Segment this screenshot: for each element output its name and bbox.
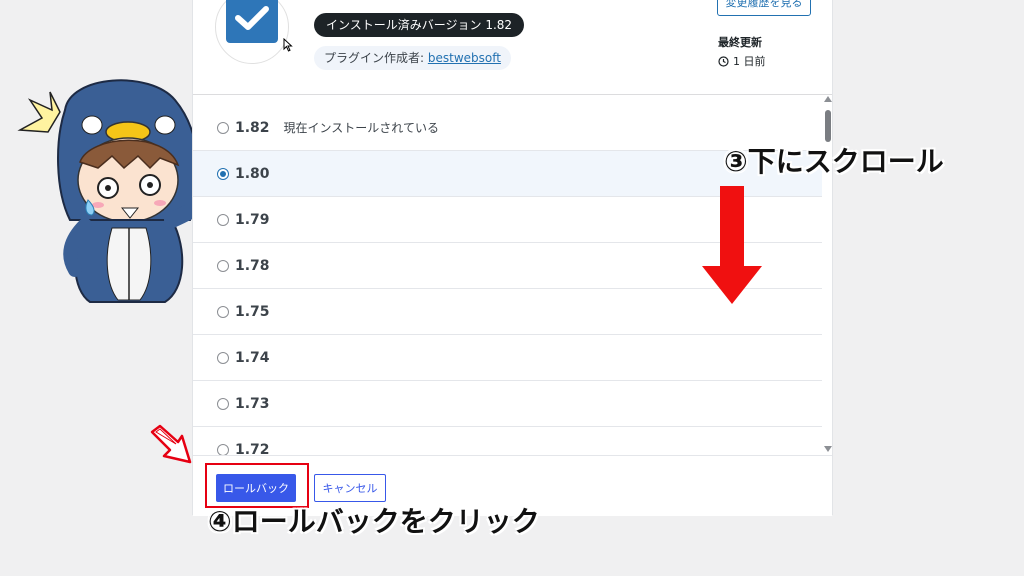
version-radio-checked[interactable] xyxy=(217,167,229,180)
changelog-button[interactable]: 変更履歴を見る xyxy=(717,0,811,16)
scroll-down-arrow-icon[interactable] xyxy=(824,446,832,452)
version-number: 1.73 xyxy=(235,395,270,412)
version-number: 1.72 xyxy=(235,441,270,456)
plugin-header: インストール済みバージョン 1.82 プラグイン作成者: bestwebsoft… xyxy=(193,0,832,95)
step3-annotation: ③下にスクロール xyxy=(724,145,944,178)
version-number: 1.79 xyxy=(235,211,270,228)
version-number: 1.74 xyxy=(235,349,270,366)
cancel-button[interactable]: キャンセル xyxy=(314,474,386,502)
mouse-cursor-icon xyxy=(283,38,293,52)
version-number: 1.80 xyxy=(235,165,270,182)
version-number: 1.75 xyxy=(235,303,270,320)
author-prefix: プラグイン作成者: xyxy=(324,51,428,65)
plugin-icon-frame xyxy=(215,0,289,64)
version-radio[interactable] xyxy=(217,443,229,455)
version-radio[interactable] xyxy=(217,397,229,410)
version-radio[interactable] xyxy=(217,259,229,272)
version-radio[interactable] xyxy=(217,213,229,226)
rollback-button[interactable]: ロールバック xyxy=(216,474,296,502)
last-updated-label: 最終更新 xyxy=(718,36,762,49)
pointer-arrow-icon xyxy=(150,424,192,464)
version-row-5[interactable]: 1.74 xyxy=(193,335,822,381)
step4-annotation: ④ロールバックをクリック xyxy=(208,505,540,538)
version-radio[interactable] xyxy=(217,351,229,364)
version-radio[interactable] xyxy=(217,305,229,318)
scroll-down-red-arrow-icon xyxy=(702,186,762,304)
scroll-up-arrow-icon[interactable] xyxy=(824,96,832,102)
checkmark-plugin-icon xyxy=(226,0,278,43)
author-link[interactable]: bestwebsoft xyxy=(428,51,501,65)
plugin-author-chip: プラグイン作成者: bestwebsoft xyxy=(314,46,511,70)
clock-icon xyxy=(718,55,729,67)
version-number: 1.78 xyxy=(235,257,270,274)
version-note: 現在インストールされている xyxy=(283,121,439,135)
last-updated-text: 1 日前 xyxy=(733,55,766,68)
version-row-7[interactable]: 1.72 xyxy=(193,427,822,455)
scrollbar-thumb[interactable] xyxy=(825,110,831,142)
version-number: 1.82 xyxy=(235,119,270,136)
installed-version-badge: インストール済みバージョン 1.82 xyxy=(314,13,525,37)
version-row-6[interactable]: 1.73 xyxy=(193,381,822,427)
version-radio[interactable] xyxy=(217,121,229,134)
last-updated-value: 1 日前 xyxy=(718,53,766,69)
